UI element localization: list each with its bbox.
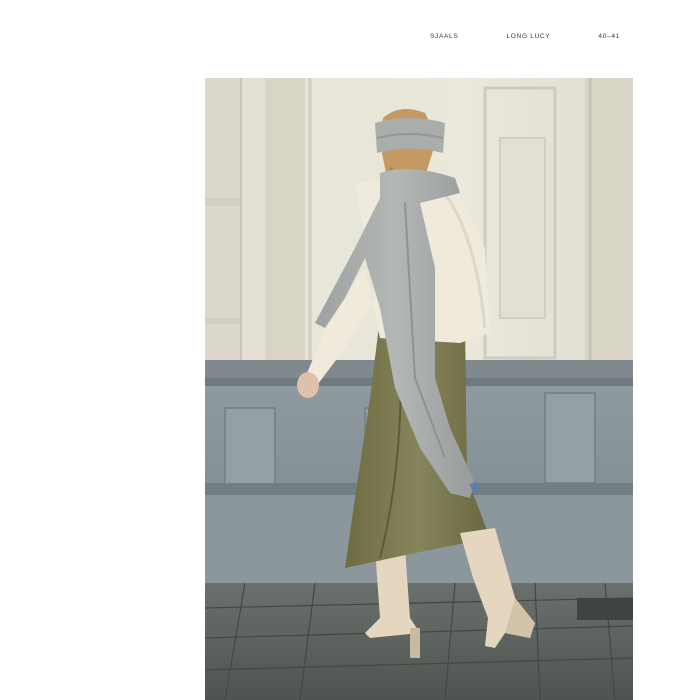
fashion-photo xyxy=(205,78,633,700)
pattern-name: LONG LUCY xyxy=(506,32,551,40)
page-numbers: 40–41 xyxy=(598,32,620,40)
running-head: SJAALS LONG LUCY 40–41 xyxy=(430,30,620,42)
section-label: SJAALS xyxy=(430,32,459,40)
